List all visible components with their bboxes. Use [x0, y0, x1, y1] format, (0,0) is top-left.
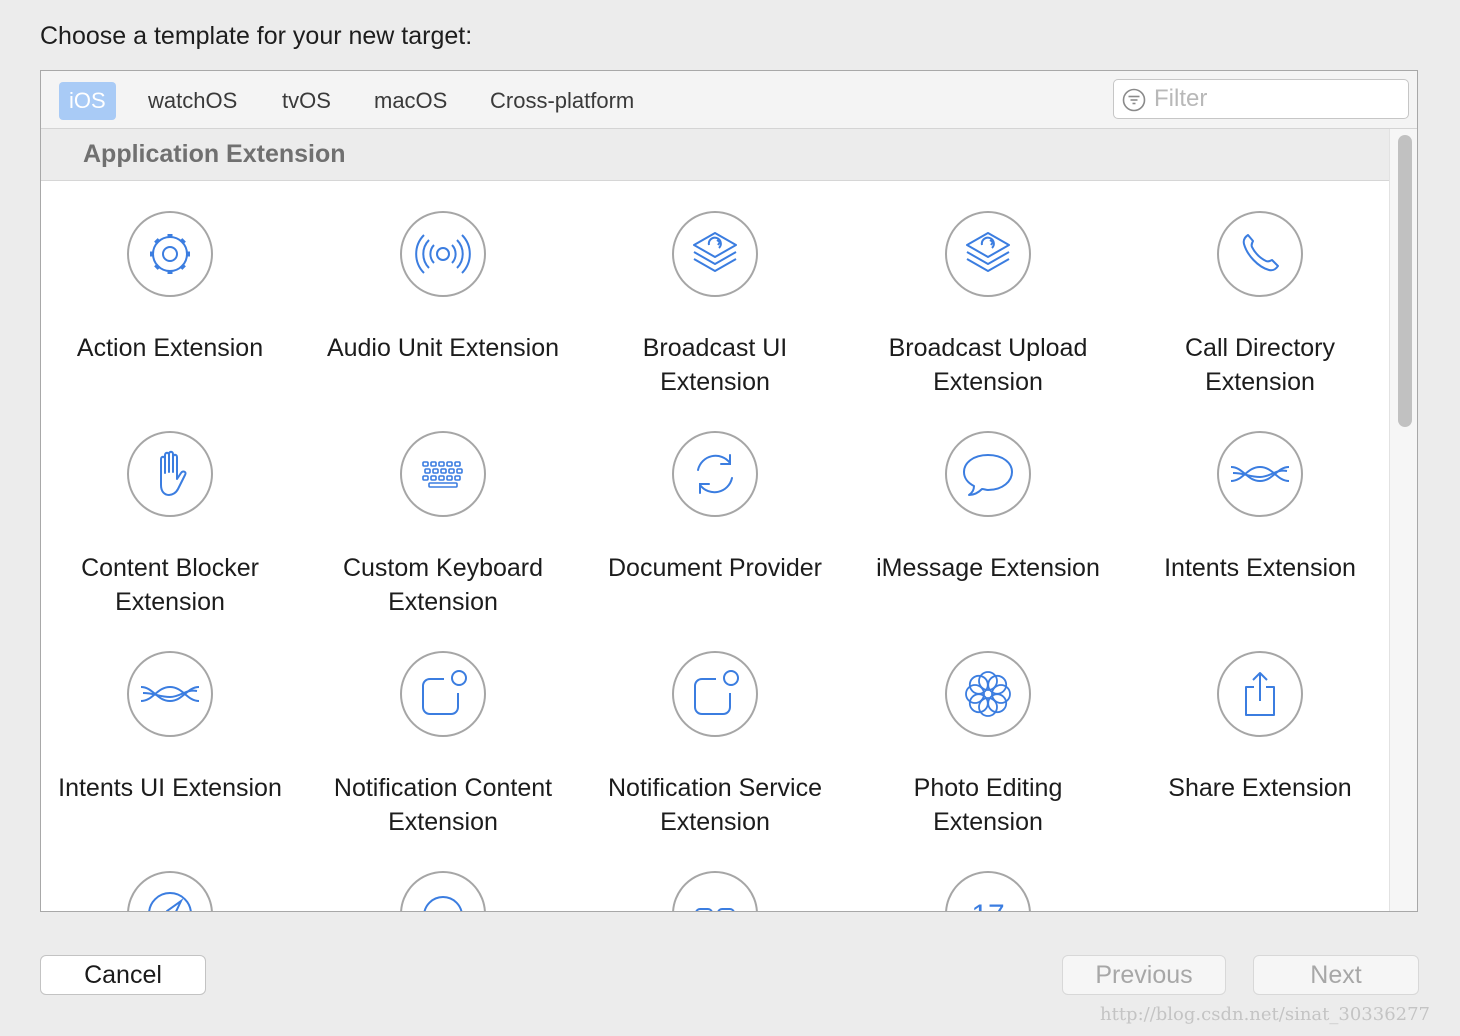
template-label: Notification Content Extension — [333, 774, 553, 836]
speech-bubble-icon — [963, 454, 1013, 496]
section-title: Application Extension — [83, 140, 346, 168]
tab-macos[interactable]: macOS — [364, 82, 457, 120]
template-grid: Action Extension Audio Unit Extension Br… — [41, 181, 1389, 912]
scrollbar-thumb[interactable] — [1398, 135, 1412, 427]
template-label: iMessage Extension — [876, 554, 1100, 582]
template-label: Broadcast UI Extension — [642, 334, 788, 396]
broadcast-stack-icon — [966, 232, 1010, 272]
safari-icon — [148, 892, 192, 911]
template-label: Custom Keyboard Extension — [342, 554, 544, 616]
template-label: Action Extension — [76, 334, 264, 362]
template-label: Call Directory Extension — [1184, 334, 1336, 396]
template-calendar-extension[interactable]: 17 — [868, 841, 1108, 912]
stickers-icon — [695, 908, 735, 911]
cancel-button[interactable]: Cancel — [40, 955, 206, 995]
template-chooser-panel: iOS watchOS tvOS macOS Cross-platform Ap… — [40, 70, 1418, 912]
template-label: Notification Service Extension — [608, 774, 822, 836]
waves-icon — [140, 685, 200, 703]
photos-flower-icon — [965, 671, 1011, 717]
template-label: Broadcast Upload Extension — [888, 334, 1088, 396]
tab-tvos[interactable]: tvOS — [272, 82, 341, 120]
audio-waves-icon — [415, 234, 471, 274]
template-intents-ui-extension[interactable]: Intents UI Extension — [50, 621, 290, 841]
tab-watchos[interactable]: watchOS — [138, 82, 247, 120]
next-button[interactable]: Next — [1253, 955, 1419, 995]
template-content-blocker-extension[interactable]: Content Blocker Extension — [50, 401, 290, 621]
previous-button[interactable]: Previous — [1062, 955, 1226, 995]
template-action-extension[interactable]: Action Extension — [50, 181, 290, 401]
notification-badge-icon — [422, 670, 467, 715]
circle-icon — [423, 896, 463, 911]
tab-cross-platform[interactable]: Cross-platform — [480, 82, 644, 120]
template-label: Audio Unit Extension — [326, 334, 560, 362]
watermark: http://blog.csdn.net/sinat_30336277 — [1100, 1004, 1431, 1025]
template-custom-keyboard-extension[interactable]: Custom Keyboard Extension — [323, 401, 563, 621]
platform-tab-bar: iOS watchOS tvOS macOS Cross-platform — [41, 71, 1417, 129]
template-photo-editing-extension[interactable]: Photo Editing Extension — [868, 621, 1108, 841]
template-label: Intents UI Extension — [58, 774, 282, 802]
template-broadcast-ui-extension[interactable]: Broadcast UI Extension — [595, 181, 835, 401]
template-notification-service-extension[interactable]: Notification Service Extension — [595, 621, 835, 841]
tab-ios[interactable]: iOS — [59, 82, 116, 120]
template-audio-unit-extension[interactable]: Audio Unit Extension — [323, 181, 563, 401]
section-header: Application Extension — [41, 129, 1389, 181]
template-share-extension[interactable]: Share Extension — [1140, 621, 1380, 841]
filter-field[interactable] — [1113, 79, 1409, 119]
template-label: Share Extension — [1168, 774, 1352, 802]
notification-badge-icon — [694, 670, 739, 715]
sync-arrows-icon — [697, 454, 733, 494]
template-label: Photo Editing Extension — [913, 774, 1063, 836]
broadcast-stack-icon — [693, 232, 737, 272]
keyboard-icon — [422, 461, 463, 488]
hand-icon — [160, 450, 187, 496]
phone-icon — [1242, 234, 1279, 272]
waves-icon — [1230, 465, 1290, 483]
template-circle-extension[interactable] — [323, 841, 563, 911]
calendar-icon: 17 — [971, 899, 1004, 912]
template-call-directory-extension[interactable]: Call Directory Extension — [1140, 181, 1380, 401]
template-broadcast-upload-extension[interactable]: Broadcast Upload Extension — [868, 181, 1108, 401]
svg-text:17: 17 — [971, 899, 1004, 912]
template-imessage-extension[interactable]: iMessage Extension — [868, 401, 1108, 621]
template-label: Content Blocker Extension — [81, 554, 259, 616]
template-label: Intents Extension — [1164, 554, 1356, 582]
filter-icon — [1122, 88, 1146, 112]
gear-icon — [150, 234, 190, 274]
template-label: Document Provider — [608, 554, 822, 582]
vertical-scrollbar[interactable] — [1389, 129, 1417, 911]
template-safari-extension[interactable] — [50, 841, 290, 911]
share-icon — [1245, 672, 1275, 716]
dialog-prompt: Choose a template for your new target: — [40, 22, 473, 50]
template-notification-content-extension[interactable]: Notification Content Extension — [323, 621, 563, 841]
filter-input[interactable] — [1154, 84, 1394, 114]
template-document-provider[interactable]: Document Provider — [595, 401, 835, 621]
template-sticker-pack[interactable] — [595, 841, 835, 911]
template-intents-extension[interactable]: Intents Extension — [1140, 401, 1380, 621]
